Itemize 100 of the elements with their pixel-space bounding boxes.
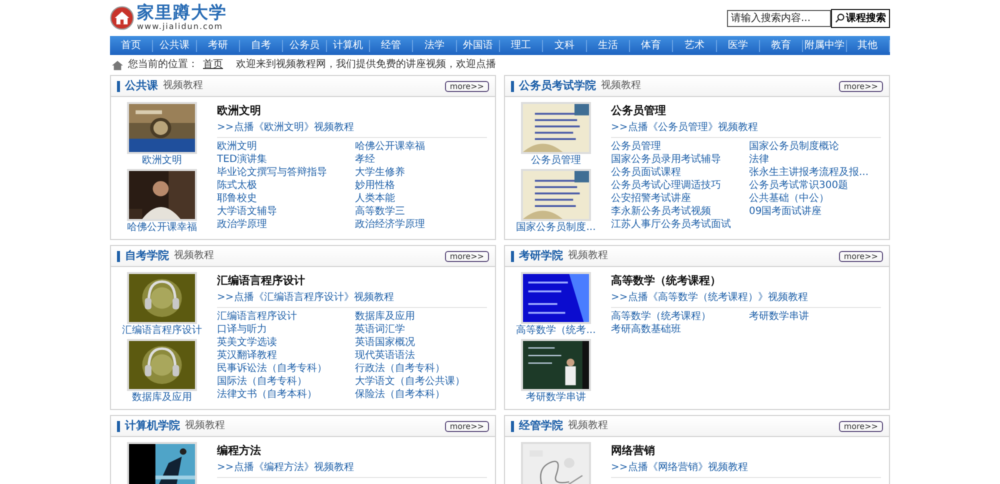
nav-link[interactable]: 自考 <box>240 40 284 52</box>
course-link[interactable]: 保险法（自考本科） <box>355 389 487 401</box>
title-marker <box>511 80 514 92</box>
house-logo-icon <box>110 6 134 30</box>
course-link[interactable]: 国家公务员制度概论 <box>749 141 881 153</box>
panel-subtitle: 视频教程 <box>174 250 214 262</box>
course-link[interactable]: 英汉翻译教程 <box>217 350 349 362</box>
course-link[interactable]: 口译与听力 <box>217 324 349 336</box>
course-link[interactable]: TED演讲集 <box>217 154 349 166</box>
course-link[interactable]: 大学生修养 <box>355 167 487 179</box>
course-link[interactable]: 孝经 <box>355 154 487 166</box>
nav-link[interactable]: 外国语 <box>456 40 500 52</box>
title-marker <box>117 420 120 432</box>
search-field[interactable]: 请输入搜索内容... <box>727 10 831 26</box>
course-link[interactable]: 大学语文辅导 <box>217 206 349 218</box>
play-link[interactable]: >>点播《欧洲文明》视频教程 <box>217 122 487 138</box>
nav-link[interactable]: 艺术 <box>673 40 717 52</box>
nav-link[interactable]: 考研 <box>196 40 240 52</box>
panel-title: 公务员考试学院 <box>519 80 596 92</box>
course-link[interactable]: 公务员面试课程 <box>611 167 743 179</box>
course-link[interactable]: 国际法（自考专科） <box>217 376 349 388</box>
more-button[interactable]: more>> <box>838 420 883 432</box>
nav-link[interactable]: 法学 <box>413 40 457 52</box>
course-link[interactable]: 法律 <box>749 154 881 166</box>
course-link[interactable]: 耶鲁校史 <box>217 193 349 205</box>
thumbnail-caption[interactable]: 汇编语言程序设计 <box>122 325 202 337</box>
play-link[interactable]: >>点播《网络营销》视频教程 <box>611 462 881 478</box>
nav-link[interactable]: 生活 <box>586 40 630 52</box>
course-link[interactable]: 汇编语言程序设计 <box>217 311 349 323</box>
play-link[interactable]: >>点播《高等数学（统考课程）》视频教程 <box>611 292 881 308</box>
course-link[interactable]: 公务员考试常识300题 <box>749 180 881 192</box>
more-button[interactable]: more>> <box>838 80 883 92</box>
nav-link[interactable]: 医学 <box>716 40 760 52</box>
panel-subtitle: 视频教程 <box>568 250 608 262</box>
course-link[interactable]: 行政法（自考专科） <box>355 363 487 375</box>
panel-subtitle: 视频教程 <box>568 420 608 432</box>
title-marker <box>511 420 514 432</box>
nav-link[interactable]: 其他 <box>846 40 890 52</box>
course-link[interactable]: 人类本能 <box>355 193 487 205</box>
play-link[interactable]: >>点播《汇编语言程序设计》视频教程 <box>217 292 487 308</box>
panel-title: 自考学院 <box>125 250 169 262</box>
course-link[interactable]: 考研数学串讲 <box>749 311 881 323</box>
course-link[interactable]: 陈式太极 <box>217 180 349 192</box>
course-link[interactable]: 大学语文（自考公共课） <box>355 376 487 388</box>
course-link[interactable]: 考研高数基础班 <box>611 324 743 336</box>
more-button[interactable]: more>> <box>444 80 489 92</box>
course-link[interactable]: 现代英语语法 <box>355 350 487 362</box>
panel-title: 考研学院 <box>519 250 563 262</box>
more-button[interactable]: more>> <box>444 250 489 262</box>
nav-link[interactable]: 首页 <box>110 40 154 52</box>
nav-link[interactable]: 文科 <box>543 40 587 52</box>
course-link[interactable]: 哈佛公开课幸福 <box>355 141 487 153</box>
course-link[interactable]: 数据库及应用 <box>355 311 487 323</box>
course-link[interactable]: 英语国家概况 <box>355 337 487 349</box>
course-search-button[interactable]: 课程搜索 <box>831 8 890 28</box>
course-link[interactable]: 江苏人事厅公务员考试面试 <box>611 219 743 231</box>
course-link[interactable]: 公共基础（中公） <box>749 193 881 205</box>
more-button[interactable]: more>> <box>838 250 883 262</box>
search-icon <box>835 13 845 23</box>
course-link[interactable]: 李永新公务员考试视频 <box>611 206 743 218</box>
course-link[interactable]: 妙用性格 <box>355 180 487 192</box>
nav-link[interactable]: 计算机 <box>326 40 370 52</box>
thumbnail-caption[interactable]: 高等数学（统考... <box>516 325 596 337</box>
course-link[interactable]: 民事诉讼法（自考专科） <box>217 363 349 375</box>
course-link[interactable]: 公务员考试心理调适技巧 <box>611 180 743 192</box>
thumbnail-caption[interactable]: 欧洲文明 <box>142 155 182 167</box>
course-title: 高等数学（统考课程） <box>611 274 722 288</box>
course-link[interactable]: 高等数学三 <box>355 206 487 218</box>
thumbnail-caption[interactable]: 哈佛公开课幸福 <box>127 222 197 234</box>
course-link[interactable]: 英语词汇学 <box>355 324 487 336</box>
thumbnail-caption[interactable]: 考研数学串讲 <box>526 392 586 404</box>
title-marker <box>117 250 120 262</box>
home-link[interactable]: 首页 <box>203 59 223 71</box>
nav-link[interactable]: 理工 <box>500 40 544 52</box>
nav-link[interactable]: 体育 <box>630 40 674 52</box>
course-link[interactable]: 政治经济学原理 <box>355 219 487 231</box>
panel-title: 公共课 <box>125 80 158 92</box>
course-link[interactable]: 公安招警考试讲座 <box>611 193 743 205</box>
play-link[interactable]: >>点播《编程方法》视频教程 <box>217 462 487 478</box>
nav-link[interactable]: 经管 <box>370 40 414 52</box>
course-link[interactable]: 09国考面试讲座 <box>749 206 881 218</box>
thumbnail-caption[interactable]: 数据库及应用 <box>132 392 192 404</box>
course-link[interactable]: 高等数学（统考课程） <box>611 311 743 323</box>
thumbnail-caption[interactable]: 公务员管理 <box>531 155 581 167</box>
course-link[interactable]: 欧洲文明 <box>217 141 349 153</box>
nav-link[interactable]: 公共课 <box>153 40 197 52</box>
play-link[interactable]: >>点播《公务员管理》视频教程 <box>611 122 881 138</box>
course-link[interactable]: 毕业论文撰写与答辩指导 <box>217 167 349 179</box>
site-logo-name[interactable]: 家里蹲大学 <box>137 4 227 23</box>
course-link[interactable]: 国家公务员录用考试辅导 <box>611 154 743 166</box>
more-button[interactable]: more>> <box>444 420 489 432</box>
course-link[interactable]: 法律文书（自考本科） <box>217 389 349 401</box>
course-link[interactable]: 张永生主讲报考流程及报... <box>749 167 881 179</box>
course-link[interactable]: 英美文学选读 <box>217 337 349 349</box>
nav-link[interactable]: 教育 <box>760 40 804 52</box>
course-link[interactable]: 政治学原理 <box>217 219 349 231</box>
nav-link[interactable]: 公务员 <box>283 40 327 52</box>
course-link[interactable]: 公务员管理 <box>611 141 743 153</box>
thumbnail-caption[interactable]: 国家公务员制度... <box>516 222 596 234</box>
nav-link[interactable]: 附属中学 <box>803 40 847 52</box>
